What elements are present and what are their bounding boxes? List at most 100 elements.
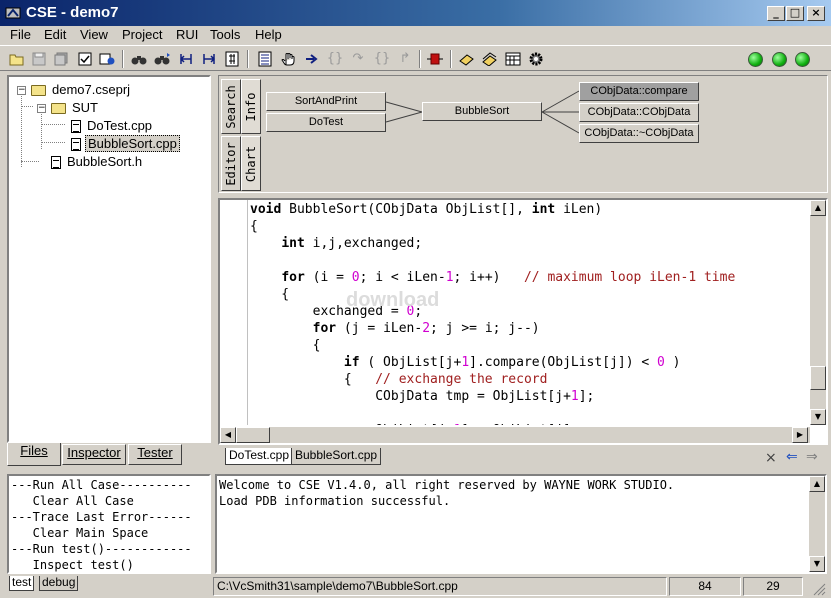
breakpoint-icon[interactable] [427, 51, 443, 67]
code-line-2: { [250, 219, 258, 234]
code-line-12: CObjData tmp = ObjList[j+1]; [250, 389, 595, 404]
watermark: download [346, 289, 440, 311]
tree-node-bubblesort-cpp[interactable]: BubbleSort.cpp [71, 135, 180, 152]
find-icon[interactable] [131, 51, 147, 67]
menu-file[interactable]: File [10, 27, 31, 42]
cmd-clear-all-case[interactable]: Clear All Case [11, 493, 134, 509]
tree-node-dotest[interactable]: DoTest.cpp [71, 117, 154, 134]
run-to-icon[interactable]: ↱ [397, 51, 413, 67]
hash-icon[interactable] [224, 51, 240, 67]
code-editor[interactable]: void BubbleSort(CObjData ObjList[], int … [218, 198, 828, 445]
menu-bar: File Edit View Project RUI Tools Help [0, 26, 831, 46]
cmd-run-test[interactable]: ---Run test()------------ [11, 541, 192, 557]
graph-node-destructor[interactable]: CObjData::~CObjData [579, 124, 699, 143]
scroll-down-icon[interactable]: ▼ [810, 409, 826, 425]
tree-collapse-root[interactable]: − [17, 86, 26, 95]
graph-node-constructor[interactable]: CObjData::CObjData [579, 103, 699, 122]
tab-tester[interactable]: Tester [128, 444, 182, 465]
scroll-up-icon[interactable]: ▲ [809, 476, 825, 492]
list-icon[interactable] [257, 51, 273, 67]
tree-node-sut[interactable]: SUT [51, 99, 100, 116]
gear-icon[interactable] [528, 51, 544, 67]
tree-node-label: BubbleSort.h [67, 154, 143, 169]
tree-collapse-sut[interactable]: − [37, 104, 46, 113]
tab-inspector[interactable]: Inspector [62, 444, 126, 465]
status-led-3 [795, 52, 810, 67]
tree-node-label: demo7.cseprj [52, 82, 131, 97]
graph-node-dotest[interactable]: DoTest [266, 113, 386, 132]
jump-back-icon[interactable] [178, 51, 194, 67]
scroll-left-icon[interactable]: ◀ [220, 427, 236, 443]
code-line-3: int i,j,exchanged; [281, 236, 423, 251]
nav-forward-icon[interactable]: ⇒ [806, 449, 818, 465]
checklist-icon[interactable] [77, 51, 93, 67]
step-into-icon[interactable]: {} [327, 51, 344, 67]
scroll-thumb-h[interactable] [236, 427, 270, 443]
tab-files[interactable]: Files [7, 443, 61, 466]
status-line: 84 [669, 577, 741, 596]
save-all-icon[interactable] [53, 51, 69, 67]
jump-forward-icon[interactable] [201, 51, 217, 67]
book-icon[interactable] [458, 51, 474, 67]
tree-node-label: SUT [72, 100, 98, 115]
tab-debug[interactable]: debug [39, 576, 79, 591]
nav-back-icon[interactable]: ⇐ [786, 449, 798, 465]
vertical-scrollbar[interactable]: ▲ ▼ [810, 200, 826, 425]
code-area[interactable]: void BubbleSort(CObjData ObjList[], int … [250, 201, 812, 425]
scroll-right-icon[interactable]: ▶ [792, 427, 808, 443]
output-scrollbar[interactable]: ▲ ▼ [809, 476, 825, 572]
cmd-clear-main-space[interactable]: Clear Main Space [11, 525, 149, 541]
menu-help[interactable]: Help [255, 27, 282, 42]
project-tree: − − demo7.cseprj SUT DoTest.cpp BubbleSo… [7, 75, 211, 443]
graph-node-sortandprint[interactable]: SortAndPrint [266, 92, 386, 111]
tree-node-project[interactable]: demo7.cseprj [31, 81, 132, 98]
status-col: 29 [743, 577, 803, 596]
editor-gutter [220, 200, 248, 425]
cmd-trace-last-error[interactable]: ---Trace Last Error------ [11, 509, 192, 525]
app-icon [5, 5, 21, 21]
tab-label: Tester [137, 445, 173, 460]
close-button[interactable]: × [807, 6, 825, 21]
doc-tab-dotest[interactable]: DoTest.cpp [225, 448, 294, 465]
code-line-1: void BubbleSort(CObjData ObjList[], int … [250, 202, 603, 217]
save-icon[interactable] [31, 51, 47, 67]
code-line-9: { [250, 338, 321, 353]
call-graph-panel: Search Info Editor Chart SortAndPrint Do… [218, 75, 828, 193]
compile-icon[interactable] [99, 51, 115, 67]
toolbar: {} ↷ {} ↱ [0, 47, 831, 71]
menu-edit[interactable]: Edit [44, 27, 66, 42]
find-next-icon[interactable] [154, 51, 170, 67]
cmd-run-all-case[interactable]: ---Run All Case---------- [11, 477, 192, 493]
doc-tab-bubblesort[interactable]: BubbleSort.cpp [291, 448, 382, 465]
hand-icon[interactable] [281, 51, 297, 67]
books-icon[interactable] [481, 51, 497, 67]
tab-label: Inspector [67, 445, 121, 460]
step-over-icon[interactable]: ↷ [350, 51, 366, 67]
menu-rui[interactable]: RUI [176, 27, 198, 42]
cmd-inspect-test[interactable]: Inspect test() [11, 557, 134, 573]
scroll-down-icon[interactable]: ▼ [809, 556, 825, 572]
menu-tools[interactable]: Tools [210, 27, 240, 42]
tree-node-bubblesort-h[interactable]: BubbleSort.h [51, 153, 144, 170]
output-line-2: Load PDB information successful. [219, 494, 451, 508]
arrow-right-icon[interactable] [304, 51, 320, 67]
tab-label: Files [20, 443, 48, 458]
code-line-8: for (j = iLen-2; j >= i; j--) [312, 321, 540, 336]
open-folder-icon [31, 85, 46, 97]
resize-grip-icon[interactable] [806, 578, 828, 596]
step-out-icon[interactable]: {} [374, 51, 391, 67]
tab-test[interactable]: test [9, 576, 35, 591]
graph-node-compare[interactable]: CObjData::compare [579, 82, 699, 101]
scroll-thumb[interactable] [810, 366, 826, 390]
scroll-up-icon[interactable]: ▲ [810, 200, 826, 216]
maximize-button[interactable]: □ [786, 6, 804, 21]
graph-node-bubblesort[interactable]: BubbleSort [422, 102, 542, 121]
calendar-icon[interactable] [505, 51, 521, 67]
open-icon[interactable] [9, 51, 25, 67]
minimize-button[interactable]: _ [767, 6, 785, 21]
menu-project[interactable]: Project [122, 27, 162, 42]
horizontal-scrollbar[interactable]: ◀ ▶ [220, 427, 810, 443]
menu-view[interactable]: View [80, 27, 108, 42]
close-doc-icon[interactable]: × [765, 450, 777, 466]
file-icon [71, 120, 81, 134]
